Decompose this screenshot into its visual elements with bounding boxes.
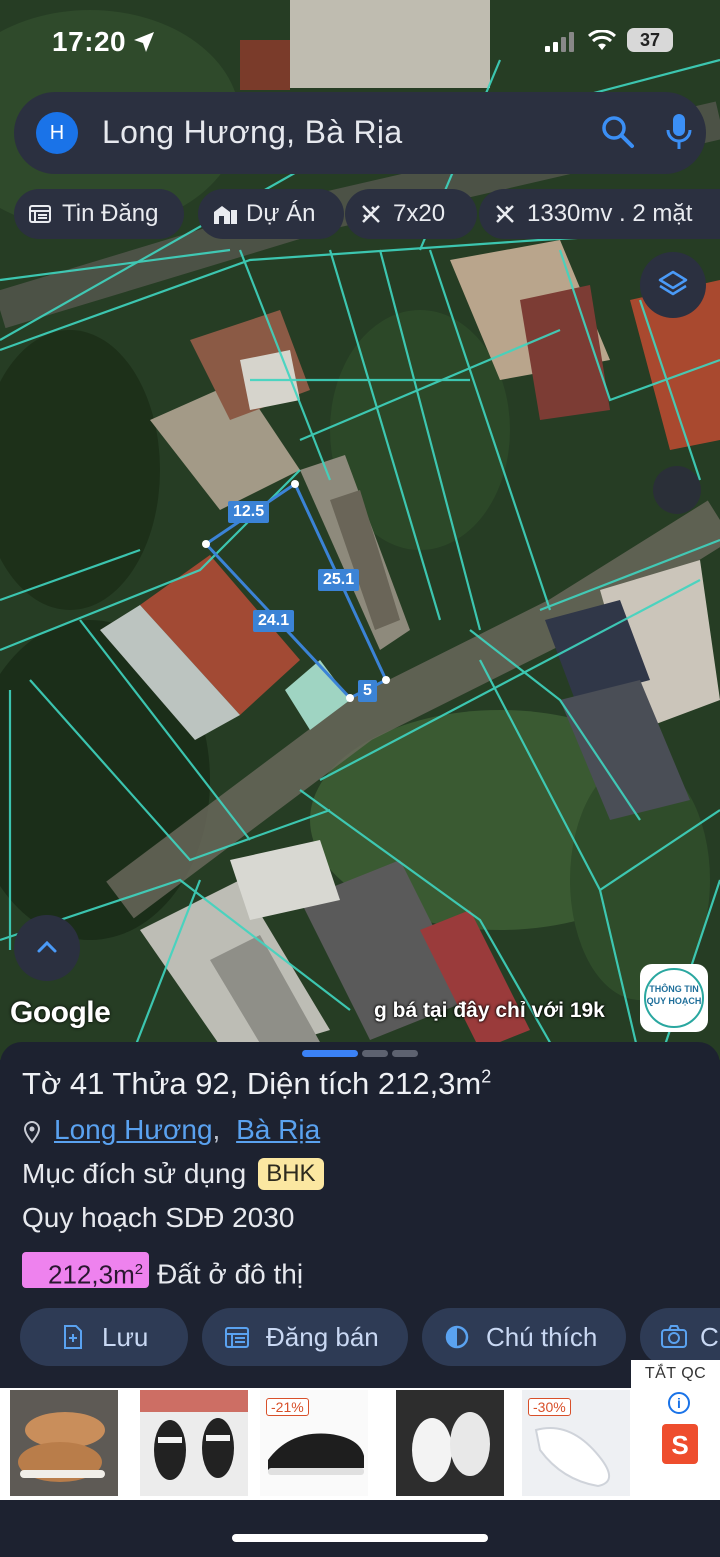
battery-indicator: 37: [627, 28, 673, 52]
purpose-code-badge[interactable]: BHK: [258, 1158, 324, 1190]
home-indicator[interactable]: [232, 1534, 488, 1542]
ward-link[interactable]: Long Hương: [54, 1114, 213, 1145]
discount-badge: -21%: [266, 1398, 309, 1416]
logo-text-line2: QUY HOẠCH: [646, 996, 702, 1006]
camera-icon: [661, 1325, 687, 1348]
legend-label: Chú thích: [486, 1322, 598, 1352]
google-attribution: Google: [10, 996, 111, 1029]
area-type: Đất ở đô thị: [157, 1258, 304, 1290]
chip-size[interactable]: 7x20: [345, 189, 477, 239]
ruler-icon: [496, 205, 514, 223]
parcel-address: Long Hương, Bà Rịa: [22, 1114, 320, 1146]
post-for-sale-label: Đăng bán: [266, 1322, 379, 1352]
promo-banner-text[interactable]: g bá tại đây chỉ với 19k: [374, 999, 605, 1023]
ad-product-black-sneakers[interactable]: -21%: [260, 1390, 368, 1496]
building-icon: [214, 206, 237, 224]
sheet-handle[interactable]: [392, 1050, 418, 1057]
sandal-image: [140, 1390, 248, 1496]
logo-text-line1: THÔNG TIN: [649, 984, 699, 994]
search-icon[interactable]: [600, 114, 636, 150]
shoe-image: [10, 1390, 118, 1496]
close-ads-button[interactable]: TẮT QC: [631, 1360, 720, 1388]
planning-info-logo[interactable]: THÔNG TIN QUY HOẠCH: [640, 964, 708, 1032]
area-badge: 212,3m2: [22, 1252, 150, 1290]
floating-dot-button[interactable]: [653, 466, 701, 514]
legend-button[interactable]: Chú thích: [422, 1308, 626, 1366]
camera-button[interactable]: C: [640, 1308, 720, 1366]
ad-product-sandals[interactable]: [140, 1390, 248, 1496]
expand-up-button[interactable]: [14, 915, 80, 981]
purpose-label: Mục đích sử dụng: [22, 1158, 247, 1189]
address-separator: ,: [212, 1114, 221, 1145]
contrast-icon: [445, 1325, 469, 1349]
measure-label-right: 25.1: [318, 569, 360, 591]
sheet-handle-active[interactable]: [302, 1050, 358, 1057]
ad-banner[interactable]: -21% -30% i S: [0, 1388, 720, 1500]
action-buttons: Lưu Đăng bán Chú thích C: [20, 1308, 720, 1366]
measure-label-top: 12.5: [228, 501, 270, 523]
parcel-title-sup: 2: [481, 1066, 492, 1087]
area-sup: 2: [134, 1261, 144, 1278]
parcel-title-text: Tờ 41 Thửa 92, Diện tích 212,3m: [22, 1066, 482, 1101]
newspaper-icon: [29, 205, 51, 223]
land-plan: Quy hoạch SDĐ 2030: [22, 1202, 295, 1233]
location-arrow-icon: [134, 32, 154, 52]
layers-icon: [658, 270, 688, 296]
calendar-icon: [225, 1327, 249, 1348]
location-pin-icon: [23, 1121, 41, 1144]
camera-label: C: [700, 1322, 719, 1352]
parcel-title: Tờ 41 Thửa 92, Diện tích 212,3m2: [22, 1066, 491, 1102]
shopee-logo[interactable]: S: [662, 1424, 698, 1464]
area-value: 212,3m: [48, 1259, 135, 1290]
chip-label: Tin Đăng: [62, 200, 159, 227]
wifi-icon: [588, 30, 616, 50]
ad-product-brown-shoes[interactable]: [10, 1390, 118, 1496]
ruler-icon: [362, 205, 380, 223]
discount-badge: -30%: [528, 1398, 571, 1416]
sneaker-image: [396, 1390, 504, 1496]
avatar[interactable]: H: [36, 112, 78, 154]
measure-label-bottom: 5: [358, 680, 377, 702]
status-bar: 17:20 37: [0, 0, 720, 80]
sheet-handle[interactable]: [362, 1050, 388, 1057]
search-query[interactable]: Long Hương, Bà Rịa: [102, 114, 402, 151]
save-label: Lưu: [102, 1322, 149, 1352]
save-button[interactable]: Lưu: [20, 1308, 188, 1366]
measure-label-left: 24.1: [253, 610, 295, 632]
post-for-sale-button[interactable]: Đăng bán: [202, 1308, 408, 1366]
ad-product-white-sneakers[interactable]: [396, 1390, 504, 1496]
ad-product-white-loafers[interactable]: -30%: [522, 1390, 630, 1496]
save-icon: [64, 1325, 82, 1349]
chip-label: 7x20: [393, 200, 446, 227]
search-bar[interactable]: H Long Hương, Bà Rịa: [14, 92, 706, 174]
chip-tin-dang[interactable]: Tin Đăng: [14, 189, 184, 239]
chip-label: Dự Án: [246, 200, 316, 227]
ad-info-icon[interactable]: i: [668, 1392, 690, 1414]
area-row: 212,3m2 Đất ở đô thị: [22, 1252, 303, 1291]
microphone-icon[interactable]: [664, 112, 694, 152]
map-view[interactable]: 12.5 25.1 24.1 5 17:20 37 H Long Hương, …: [0, 0, 720, 1060]
status-time: 17:20: [52, 26, 127, 57]
filter-chips: Tin Đăng Dự Án 7x20 1330mv . 2 mặt: [14, 189, 720, 239]
chevron-up-icon: [37, 940, 57, 953]
cellular-signal-icon: [545, 32, 574, 52]
land-use-purpose: Mục đích sử dụng BHK: [22, 1158, 324, 1190]
chip-street-frontage[interactable]: 1330mv . 2 mặt: [479, 189, 720, 239]
chip-du-an[interactable]: Dự Án: [198, 189, 344, 239]
chip-label: 1330mv . 2 mặt: [527, 200, 693, 227]
layers-button[interactable]: [640, 252, 706, 318]
city-link[interactable]: Bà Rịa: [236, 1114, 320, 1145]
